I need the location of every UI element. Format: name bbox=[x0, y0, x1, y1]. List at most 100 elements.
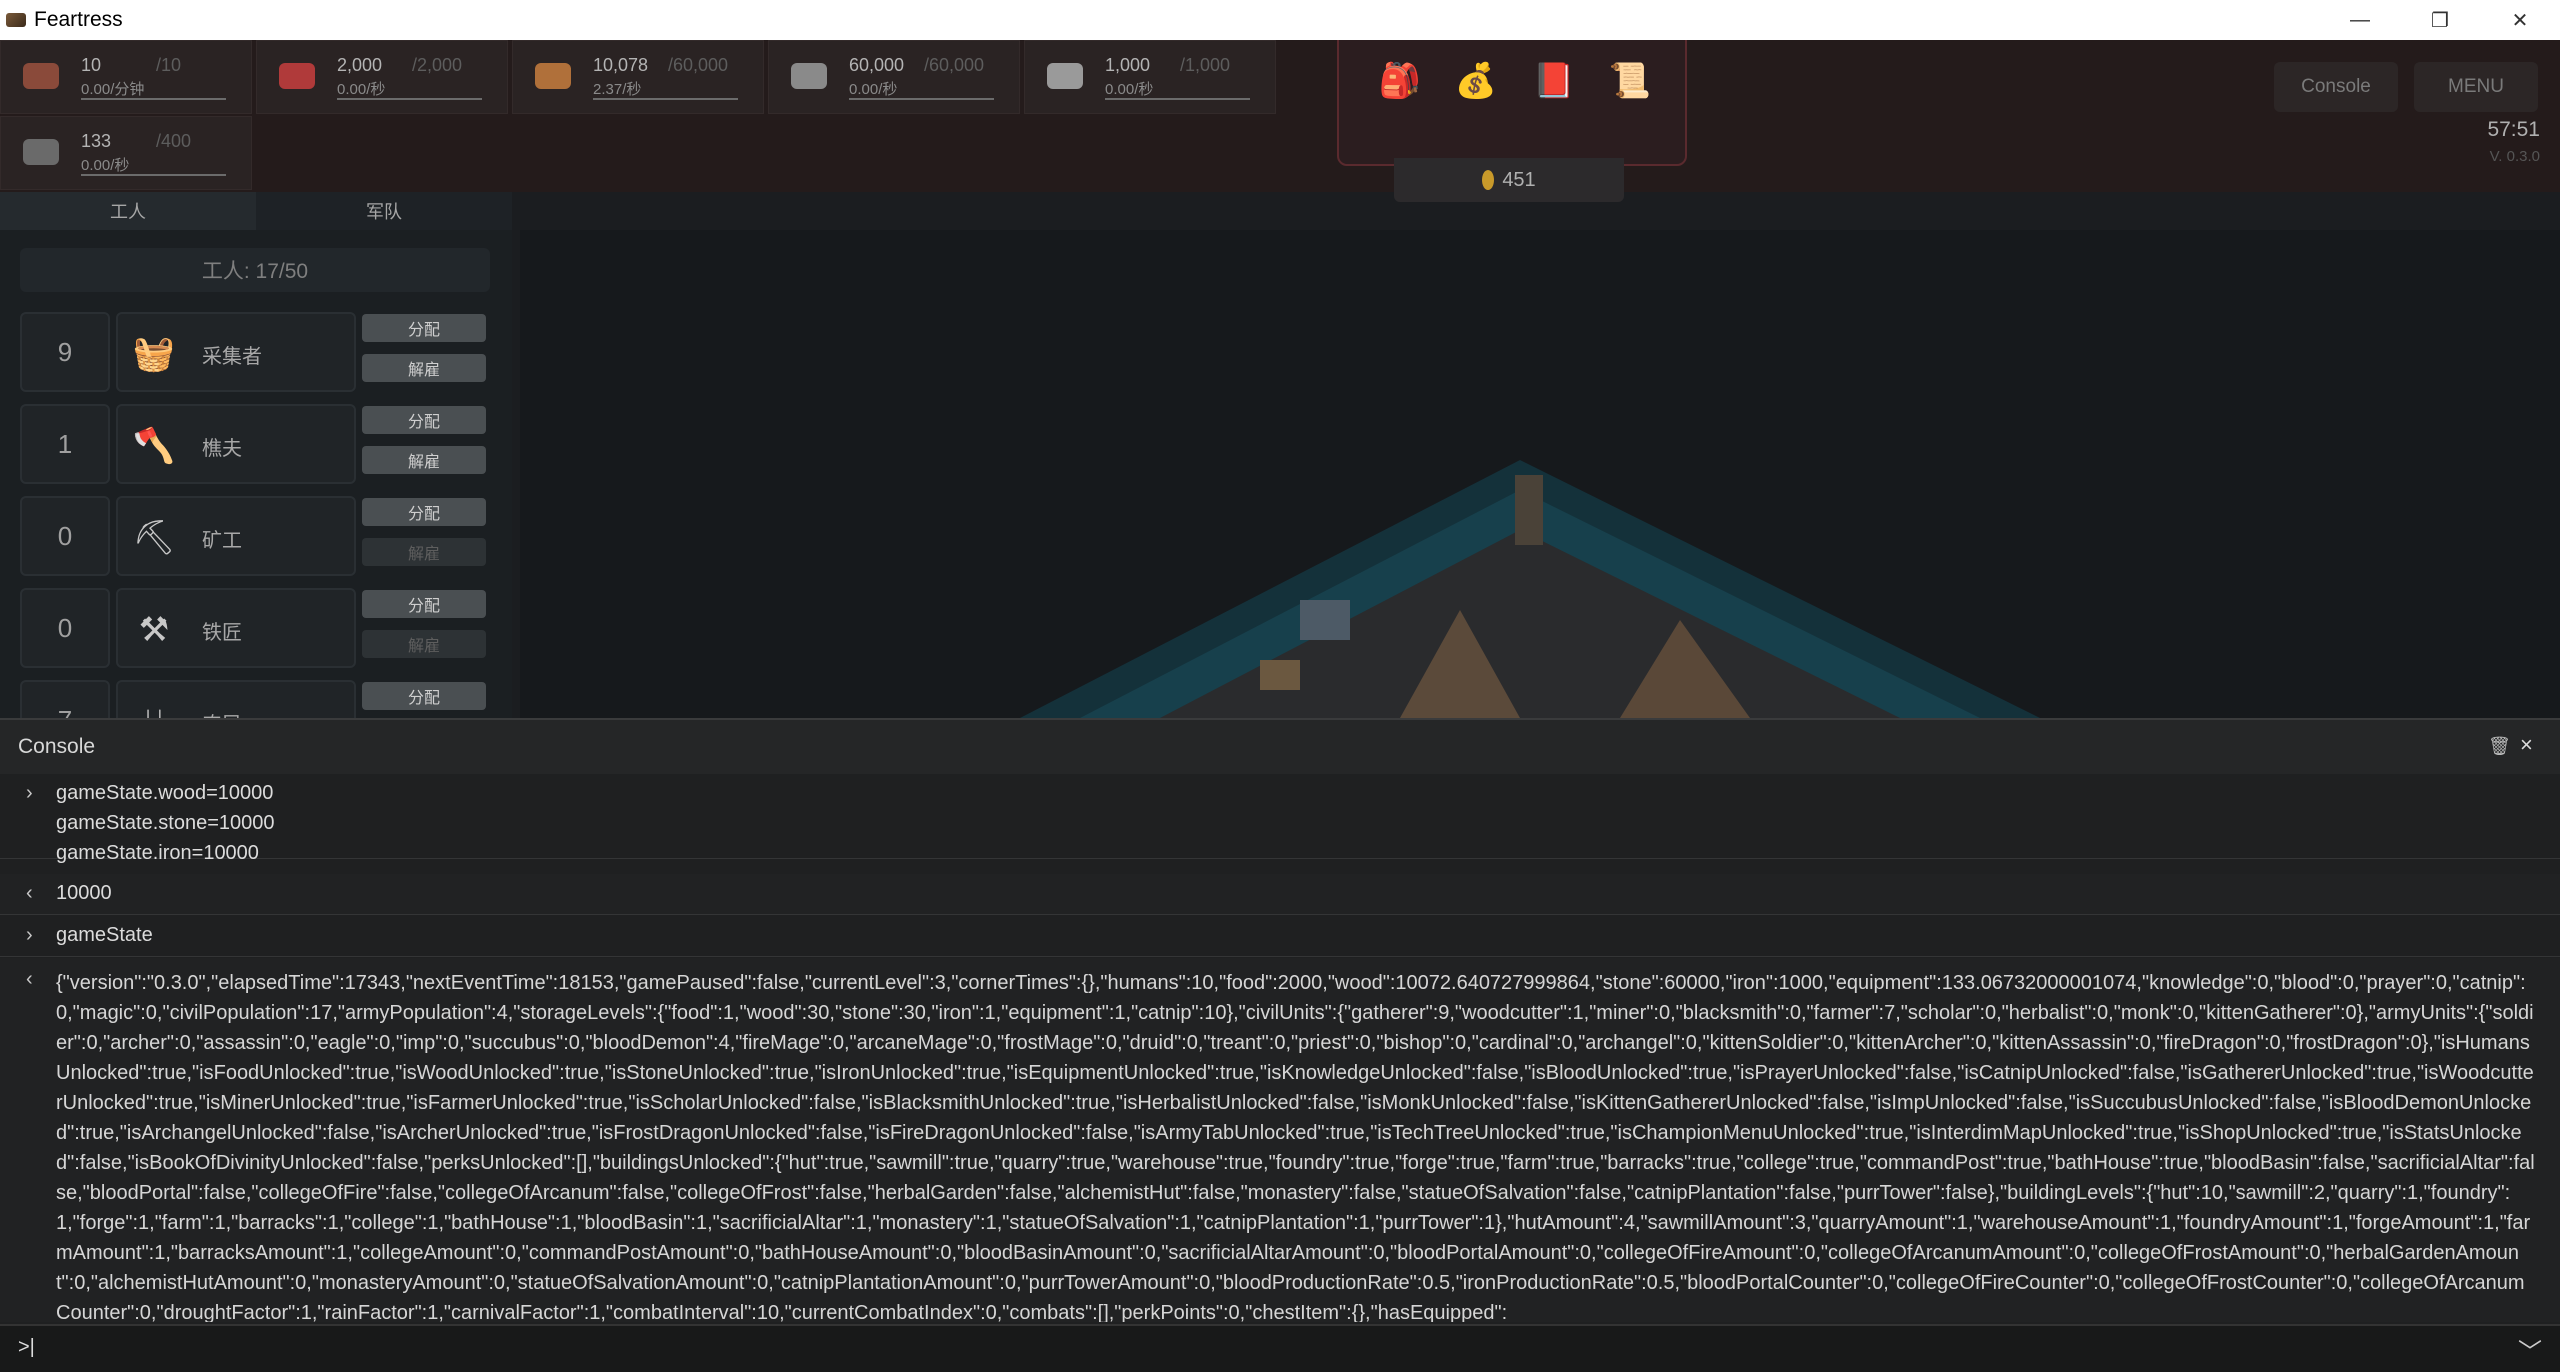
console-header: Console 🗑 × bbox=[0, 718, 2560, 774]
backpack-icon[interactable]: 🎒 bbox=[1377, 58, 1423, 104]
anvil-icon: ⚒ bbox=[138, 611, 170, 649]
worker-row: 9 🧺 采集者 分配 解雇 bbox=[20, 312, 490, 392]
worker-name: 农民 bbox=[202, 708, 242, 718]
worker-type: ⚒ 铁匠 bbox=[116, 588, 356, 668]
tower-shape bbox=[1515, 475, 1543, 545]
restore-button[interactable]: ❐ bbox=[2400, 0, 2480, 40]
tab-army[interactable]: 军队 bbox=[256, 192, 512, 230]
unassign-button[interactable]: 解雇 bbox=[362, 538, 486, 566]
version-label: V. 0.3.0 bbox=[2489, 148, 2540, 165]
console-entry-output: ‹ 10000 bbox=[0, 874, 2560, 915]
worker-count: 0 bbox=[20, 496, 110, 576]
resource-rate: 0.00/分钟 bbox=[81, 81, 145, 98]
worker-name: 采集者 bbox=[202, 346, 262, 368]
app-icon bbox=[6, 13, 26, 27]
assign-button[interactable]: 分配 bbox=[362, 590, 486, 618]
scroll-icon[interactable]: 📜 bbox=[1607, 58, 1653, 104]
close-icon[interactable]: × bbox=[2520, 732, 2533, 758]
chevron-down-icon[interactable]: ﹀ bbox=[2518, 1332, 2542, 1367]
window-title: Feartress bbox=[34, 8, 123, 31]
console-entry-input: › gameState.wood=10000 gameState.stone=1… bbox=[0, 774, 2560, 864]
worker-type: ⑂ 农民 bbox=[116, 680, 356, 718]
center-menu-panel: 🎒 💰 📕 📜 bbox=[1337, 40, 1687, 166]
unassign-button[interactable]: 解雇 bbox=[362, 446, 486, 474]
resource-max: /2,000 bbox=[412, 55, 463, 75]
resource-value: 10,078 bbox=[593, 55, 649, 75]
resource-value: 2,000 bbox=[337, 55, 383, 75]
resource-bar bbox=[81, 174, 226, 176]
chevron-left-icon: ‹ bbox=[26, 882, 33, 904]
resource-max: /1,000 bbox=[1180, 55, 1231, 75]
worker-row: 0 ⚒ 铁匠 分配解雇 bbox=[20, 588, 490, 668]
console-line: gameState bbox=[56, 924, 153, 946]
resource-rate: 0.00/秒 bbox=[81, 157, 130, 174]
chevron-left-icon: ‹ bbox=[26, 968, 33, 990]
minimize-button[interactable]: — bbox=[2320, 0, 2400, 40]
console-line: 10000 bbox=[56, 882, 112, 904]
panel-tabs: 工人 军队 bbox=[0, 192, 512, 230]
console-line: gameState.iron=10000 bbox=[56, 842, 259, 864]
worker-name: 铁匠 bbox=[202, 622, 242, 644]
pickaxe-icon: ⛏ bbox=[132, 519, 176, 557]
worker-count: 0 bbox=[20, 588, 110, 668]
assign-button[interactable]: 分配 bbox=[362, 314, 486, 342]
basket-icon: 🧺 bbox=[132, 335, 176, 373]
game-map[interactable] bbox=[520, 230, 2560, 718]
resource-2: 10,078/60,000 2.37/秒 bbox=[512, 40, 764, 114]
workers-panel: 工人: 17/50 9 🧺 采集者 分配 解雇 1 🪓 樵夫 分配 解雇 0 ⛏ 矿工 分配 解雇 0 ⚒ 铁匠分… bbox=[0, 230, 512, 718]
window-controls: — ❐ ✕ bbox=[2320, 0, 2560, 40]
pitchfork-icon: ⑂ bbox=[134, 702, 174, 719]
console-panel: Console 🗑 × › gameState.wood=10000 gameS… bbox=[0, 718, 2560, 1372]
resource-rate: 2.37/秒 bbox=[593, 81, 642, 98]
unassign-button[interactable]: 解雇 bbox=[362, 630, 486, 658]
console-entry-output: ‹ {"version":"0.3.0","elapsedTime":17343… bbox=[0, 958, 2560, 1322]
resource-bar bbox=[1105, 98, 1250, 100]
treasure-chest-icon[interactable]: 💰 bbox=[1453, 58, 1499, 104]
assign-button[interactable]: 分配 bbox=[362, 682, 486, 710]
spellbook-icon[interactable]: 📕 bbox=[1531, 58, 1577, 104]
equipment-icon bbox=[23, 139, 59, 165]
resource-value: 60,000 bbox=[849, 55, 905, 75]
resource-value: 133 bbox=[81, 131, 112, 151]
axe-icon: 🪓 bbox=[132, 427, 176, 465]
wood-icon bbox=[535, 63, 571, 89]
console-line: gameState.stone=10000 bbox=[56, 812, 275, 834]
worker-name: 矿工 bbox=[202, 530, 242, 552]
console-entry-input: › gameState bbox=[0, 916, 2560, 957]
resource-rate: 0.00/秒 bbox=[1105, 81, 1154, 98]
resource-value: 10 bbox=[81, 55, 102, 75]
resource-1: 2,000/2,000 0.00/秒 bbox=[256, 40, 508, 114]
worker-count: 1 bbox=[20, 404, 110, 484]
resource-max: /10 bbox=[156, 55, 182, 75]
close-button[interactable]: ✕ bbox=[2480, 0, 2560, 40]
stone-icon bbox=[791, 63, 827, 89]
resource-bar bbox=[337, 98, 482, 100]
console-input-field[interactable]: >| ﹀ bbox=[0, 1324, 2560, 1372]
gold-amount: 451 bbox=[1502, 168, 1536, 191]
resource-bar bbox=[81, 98, 226, 100]
console-line: gameState.wood=10000 bbox=[56, 782, 274, 804]
resource-max: /60,000 bbox=[668, 55, 729, 75]
worker-type: 🧺 采集者 bbox=[116, 312, 356, 392]
worker-row: 1 🪓 樵夫 分配解雇 bbox=[20, 404, 490, 484]
console-json-output: {"version":"0.3.0","elapsedTime":17343,"… bbox=[56, 972, 2535, 1322]
tab-workers[interactable]: 工人 bbox=[0, 192, 256, 230]
assign-button[interactable]: 分配 bbox=[362, 406, 486, 434]
building-shape bbox=[1300, 600, 1350, 640]
worker-row: 7⑂农民分配解雇 bbox=[20, 680, 490, 718]
chevron-right-icon: › bbox=[26, 782, 33, 804]
iron-icon bbox=[1047, 63, 1083, 89]
island-map bbox=[1020, 460, 2040, 718]
resource-3: 60,000/60,000 0.00/秒 bbox=[768, 40, 1020, 114]
menu-button[interactable]: MENU bbox=[2414, 62, 2538, 112]
resource-value: 1,000 bbox=[1105, 55, 1151, 75]
worker-type: 🪓 樵夫 bbox=[116, 404, 356, 484]
console-title: Console bbox=[18, 735, 96, 758]
unassign-button[interactable]: 解雇 bbox=[362, 354, 486, 382]
console-button[interactable]: Console bbox=[2274, 62, 2398, 112]
assign-button[interactable]: 分配 bbox=[362, 498, 486, 526]
worker-name: 樵夫 bbox=[202, 438, 242, 460]
worker-count: 7 bbox=[20, 680, 110, 718]
trash-icon[interactable]: 🗑 bbox=[2488, 736, 2511, 757]
gold-counter: 451 bbox=[1394, 158, 1624, 202]
